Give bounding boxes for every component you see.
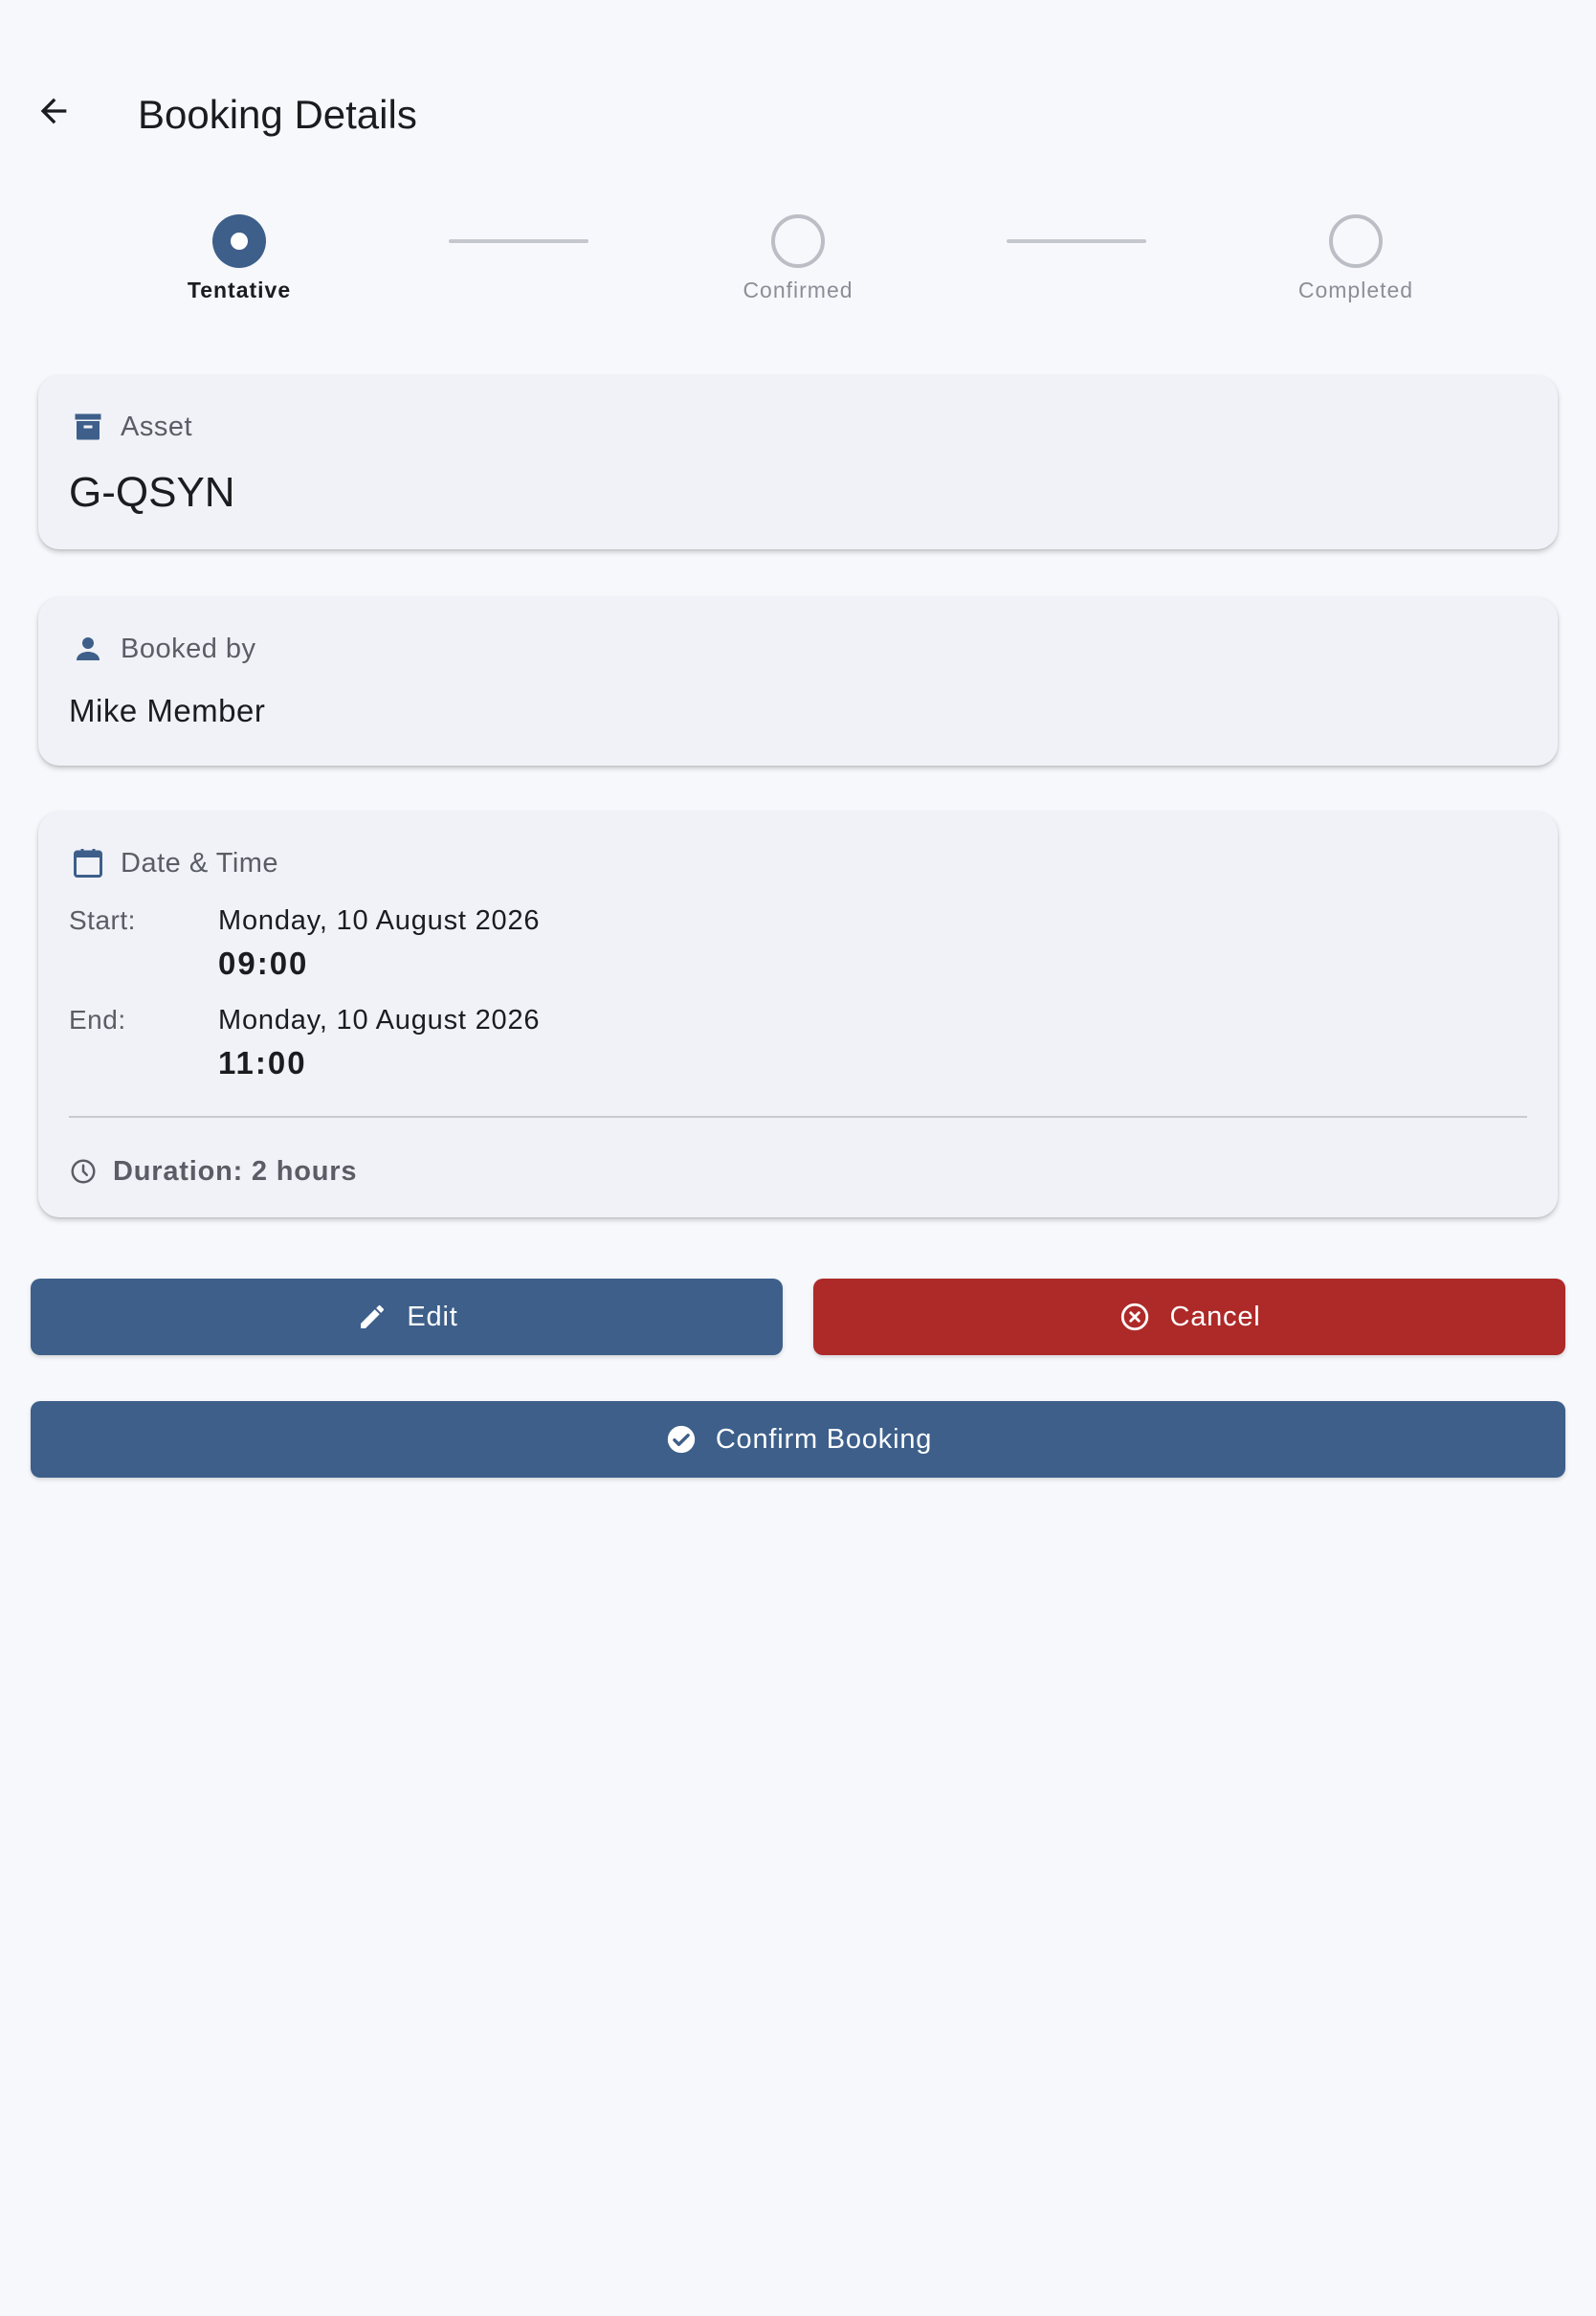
step-tentative: Tentative xyxy=(115,211,364,316)
end-key: End: xyxy=(69,1005,126,1035)
step-confirmed: Confirmed xyxy=(674,211,922,316)
end-row: End: Monday, 10 August 2026 11:00 xyxy=(69,1005,1504,1091)
date-time-card-header: Date & Time xyxy=(69,844,278,882)
end-date: Monday, 10 August 2026 xyxy=(218,1005,541,1036)
start-row: Start: Monday, 10 August 2026 09:00 xyxy=(69,905,1504,991)
step-label: Confirmed xyxy=(743,278,853,302)
step-label: Tentative xyxy=(187,278,292,302)
step-inactive-indicator-icon xyxy=(771,214,825,268)
booked-by-value: Mike Member xyxy=(69,693,266,728)
booked-by-card: Booked by Mike Member xyxy=(38,597,1558,766)
back-button[interactable] xyxy=(19,78,88,147)
step-label: Completed xyxy=(1297,278,1414,302)
divider xyxy=(69,1116,1527,1118)
app-bar: Booking Details xyxy=(0,57,1596,176)
booked-by-card-header: Booked by xyxy=(69,630,256,668)
duration-text: Duration: 2 hours xyxy=(113,1155,358,1187)
pencil-icon xyxy=(355,1300,389,1334)
start-key: Start: xyxy=(69,905,136,935)
asset-card: Asset G-QSYN xyxy=(38,375,1558,549)
step-connector xyxy=(1007,239,1146,243)
confirm-booking-button[interactable]: Confirm Booking xyxy=(31,1401,1565,1478)
calendar-icon xyxy=(69,844,107,882)
check-circle-icon xyxy=(664,1422,698,1457)
asset-label: Asset xyxy=(121,411,193,442)
clock-icon xyxy=(69,1157,98,1186)
confirm-booking-button-label: Confirm Booking xyxy=(715,1423,933,1455)
arrow-back-icon xyxy=(34,92,73,135)
edit-button[interactable]: Edit xyxy=(31,1279,783,1355)
asset-card-header: Asset xyxy=(69,408,192,446)
date-time-label: Date & Time xyxy=(121,847,279,879)
step-inactive-indicator-icon xyxy=(1329,214,1383,268)
start-time: 09:00 xyxy=(218,946,309,981)
step-connector xyxy=(449,239,588,243)
start-date: Monday, 10 August 2026 xyxy=(218,905,541,936)
archive-box-icon xyxy=(69,408,107,446)
cancel-button-label: Cancel xyxy=(1169,1301,1261,1332)
page-title: Booking Details xyxy=(138,92,417,137)
date-time-card: Date & Time Start: Monday, 10 August 202… xyxy=(38,812,1558,1217)
duration-row: Duration: 2 hours xyxy=(69,1152,357,1191)
booked-by-label: Booked by xyxy=(121,633,256,664)
asset-value: G-QSYN xyxy=(69,469,235,516)
end-time: 11:00 xyxy=(218,1045,307,1080)
cancel-circle-icon xyxy=(1118,1300,1152,1334)
edit-button-label: Edit xyxy=(407,1301,458,1332)
step-active-indicator-icon xyxy=(212,214,266,268)
person-icon xyxy=(69,630,107,668)
booking-status-stepper: Tentative Confirmed Completed xyxy=(0,211,1596,316)
step-completed: Completed xyxy=(1231,211,1480,316)
cancel-button[interactable]: Cancel xyxy=(813,1279,1565,1355)
